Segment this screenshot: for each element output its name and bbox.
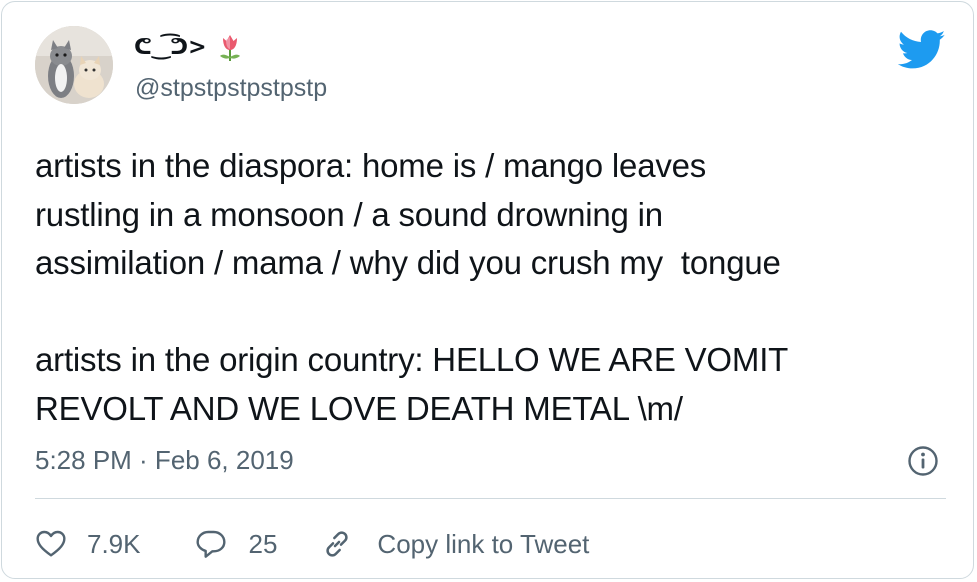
like-button[interactable]: 7.9K: [35, 528, 141, 560]
heart-icon: [36, 530, 66, 557]
avatar[interactable]: [35, 26, 113, 104]
reply-button[interactable]: 25: [195, 528, 278, 560]
tweet-text: artists in the diaspora: home is / mango…: [35, 147, 789, 427]
display-name[interactable]: ᕦ‿͡ᕤ>: [134, 32, 243, 62]
tweet-actions: 7.9K 25 Copy link to Tweet: [35, 524, 589, 564]
info-icon[interactable]: [907, 445, 939, 477]
user-handle[interactable]: @stpstpstpstpstp: [135, 74, 327, 103]
speech-bubble-icon: [195, 530, 226, 558]
like-count: 7.9K: [87, 528, 141, 559]
display-name-text: ᕦ‿͡ᕤ>: [134, 34, 207, 60]
divider: [35, 498, 946, 499]
copy-link-button[interactable]: Copy link to Tweet: [321, 528, 589, 560]
twitter-bird-icon[interactable]: [898, 30, 946, 70]
cats-photo: [35, 26, 113, 104]
tweet-card: ᕦ‿͡ᕤ> @stpstpstpstpstp artists in the di…: [1, 1, 974, 579]
reply-count: 25: [248, 528, 278, 559]
copy-link-label: Copy link to Tweet: [377, 528, 590, 559]
link-icon: [326, 531, 349, 557]
tweet-timestamp[interactable]: 5:28 PM · Feb 6, 2019: [35, 445, 294, 476]
tulip-icon: [219, 35, 240, 61]
